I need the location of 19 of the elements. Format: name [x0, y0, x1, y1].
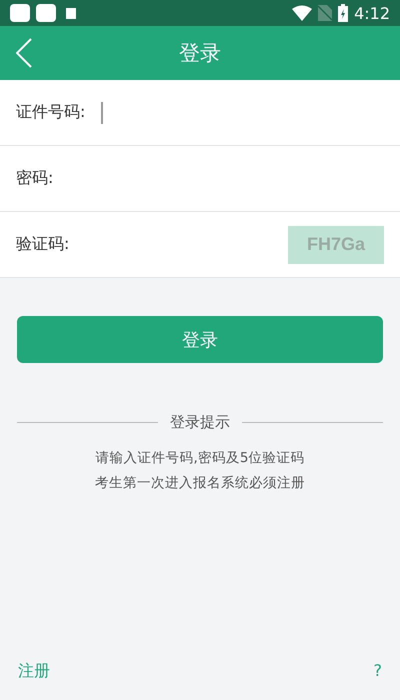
register-link[interactable]: 注册 [18, 661, 50, 682]
hint-text: 请输入证件号码,密码及5位验证码 [94, 449, 306, 468]
page-title: 登录 [179, 40, 221, 67]
hint-text: 考生第一次进入报名系统必须注册 [94, 474, 306, 493]
login-button[interactable]: 登录 [17, 316, 383, 363]
field-label: 证件号码: [16, 102, 86, 123]
no-sim-icon [318, 5, 332, 21]
link[interactable]: ? [374, 661, 382, 682]
battery-icon [338, 4, 348, 22]
back-icon[interactable] [16, 38, 32, 68]
notification-icon [10, 4, 30, 22]
hint-title: 登录提示 [170, 413, 230, 432]
field-label: 验证码: [16, 234, 70, 255]
notification-icon [36, 4, 56, 22]
wifi-icon [292, 5, 312, 21]
text-cursor[interactable] [101, 102, 104, 124]
status-time: 4:12 [354, 4, 390, 22]
captcha-image[interactable]: FH7Ga [288, 226, 384, 264]
field-label: 密码: [16, 168, 54, 189]
